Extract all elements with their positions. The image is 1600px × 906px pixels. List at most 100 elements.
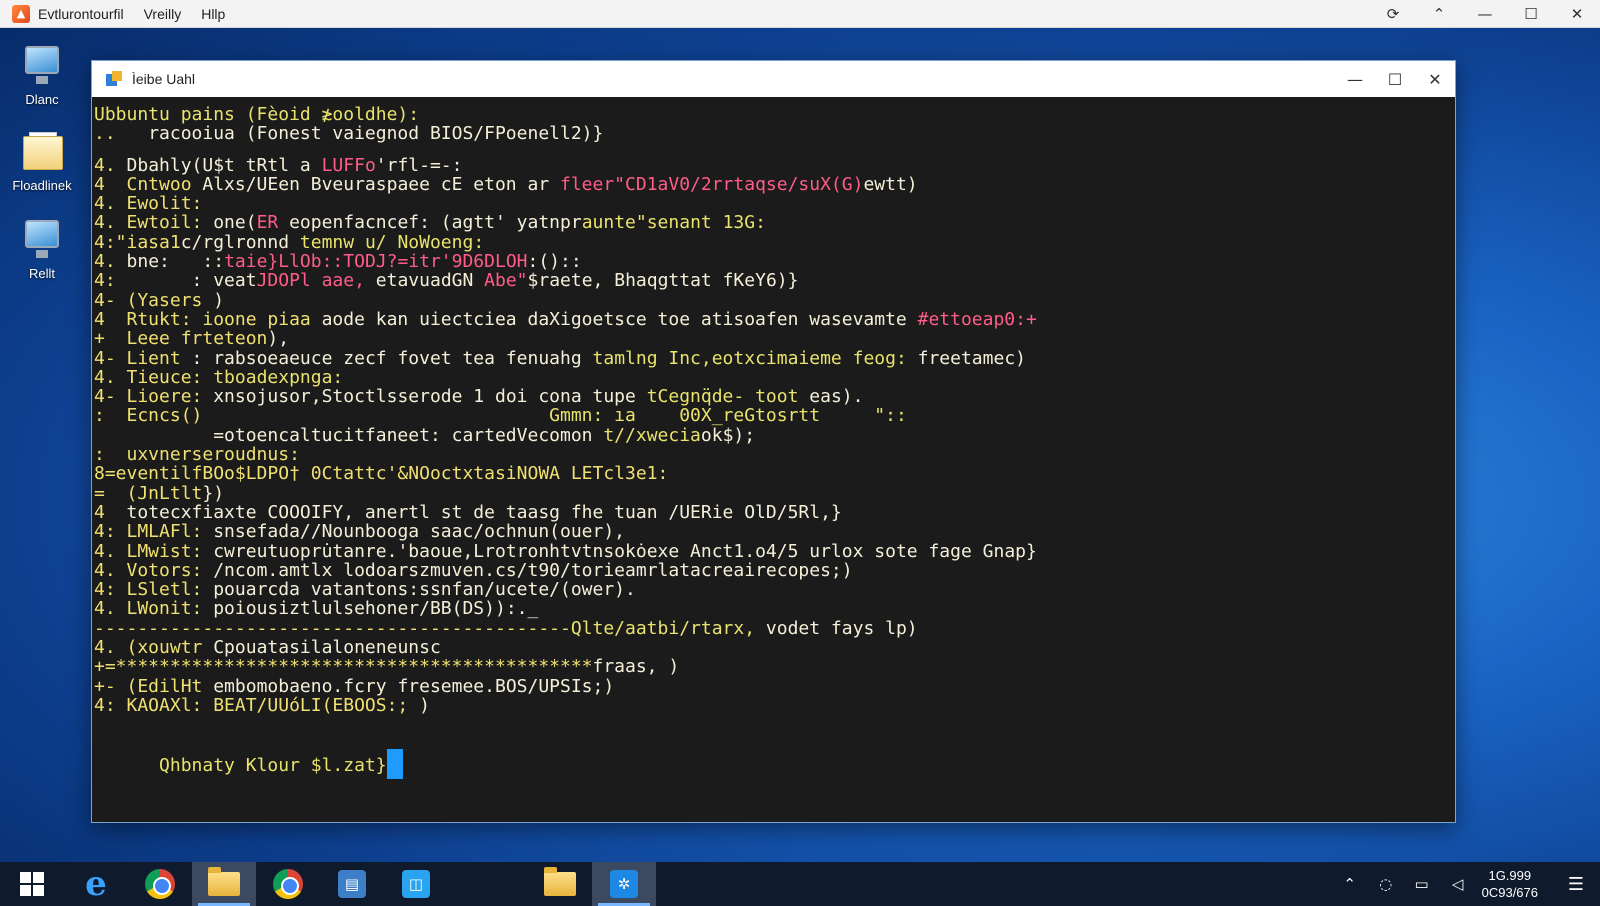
chevron-up-icon[interactable]: ⌃	[1332, 875, 1368, 893]
terminal-text: 8=eventilfBOo$LDPO† 0Ctattc'&NOoctxtasiN…	[94, 463, 669, 485]
computer-icon	[19, 42, 65, 88]
terminal-text: embomobaeno.fcry fresemee.BOS/UPSIs;)	[213, 675, 615, 697]
menu-item-view[interactable]: Vreilly	[144, 6, 182, 22]
terminal-line: 4. Ewolit:	[94, 194, 1455, 213]
desktop-icon-folder[interactable]: Floadlinek	[4, 128, 80, 193]
terminal-text: : uxvnerseroudnus:	[94, 444, 300, 466]
terminal-text: = (JnLtlt	[94, 482, 203, 504]
terminal-text: 4	[94, 501, 127, 523]
terminal-text: 4- Lient	[94, 347, 192, 369]
terminal-line: : Ecncs() Gmmn: ıa 00X_reGtosrtt "::	[94, 406, 1455, 425]
menu-item-help[interactable]: Hllp	[201, 6, 225, 22]
taskbar-folder[interactable]	[528, 862, 592, 906]
start-button[interactable]	[0, 862, 64, 906]
terminal-line: 4. Dbahly(U$t tRtl a LUFFo'rfl-=-:	[94, 154, 1455, 176]
terminal-text: Abe"	[484, 270, 528, 292]
sync-icon[interactable]: ⟳	[1370, 0, 1416, 28]
maximize-icon[interactable]: ☐	[1508, 0, 1554, 28]
terminal-line: 4. Ewtoil: one(ER eopenfacncef: (agtt' y…	[94, 213, 1455, 232]
menu-item-file[interactable]: Evtlurontourfil	[38, 6, 124, 22]
terminal-text: ----------------------------------------…	[94, 617, 571, 639]
terminal-text: aode kan uiectciea daXigoetsce toe atiso…	[321, 308, 918, 330]
terminal-line: 4. Tieuce: tboadexpnga:	[94, 368, 1455, 387]
terminal-text: )	[419, 694, 430, 716]
outlook-icon: ▤	[338, 870, 366, 898]
terminal-text: Dbahly(U$t tRtl a	[126, 154, 322, 176]
monitor-icon	[19, 216, 65, 262]
terminal-text: :()::	[527, 251, 582, 273]
text-cursor	[386, 748, 403, 779]
terminal-line: 4. (xouwtr Cpouatasilaloneneunsc	[94, 638, 1455, 657]
terminal-text: 4.	[94, 154, 127, 176]
window-titlebar[interactable]: Ìeibe Uahl — ☐ ✕	[92, 61, 1455, 97]
system-tray: ⌃ ◌ ▭ ◁ 1G.999 0C93/676 ☰	[1332, 862, 1600, 906]
terminal-text: Cpouatasilaloneneunsc	[213, 637, 441, 659]
taskbar: e ▤ ◫ ✲ ⌃ ◌ ▭ ◁ 1G.999 0C93/676 ☰	[0, 862, 1600, 906]
terminal-line: .. racooiua (Fonest vaiegnod BIOS/FPoene…	[94, 124, 1455, 143]
taskbar-clock[interactable]: 1G.999 0C93/676	[1482, 867, 1538, 901]
close-icon[interactable]: ✕	[1554, 0, 1600, 28]
terminal-text: 4 Rtukt: ioone piaa	[94, 308, 322, 330]
minimize-icon[interactable]: —	[1462, 0, 1508, 28]
terminal-text: 4. Tieuce:	[94, 366, 214, 388]
terminal-text: Gmmn: ıa 00X_reGtosrtt "::	[549, 405, 918, 427]
taskbar-edge[interactable]: e	[64, 862, 128, 906]
terminal-line: +=**************************************…	[94, 657, 1455, 676]
terminal-text: tCegnq̈de- toot	[646, 386, 810, 408]
taskbar-store[interactable]: ◫	[384, 862, 448, 906]
terminal-text: 4. (xouwtr	[94, 637, 214, 659]
maximize-icon[interactable]: ☐	[1375, 61, 1415, 97]
terminal-text: JDOPl aae,	[256, 270, 376, 292]
terminal-line: 4: KAOAXl: BEAT/UUóLI(EBOOS:; )	[94, 696, 1455, 715]
taskbar-terminal[interactable]: ✲	[592, 862, 656, 906]
terminal-line: 4:"iasa1c/rglronnd temnw u/ NoWoeng:	[94, 233, 1455, 252]
folder-icon	[19, 128, 65, 174]
store-icon: ◫	[402, 870, 430, 898]
terminal-text: vodet fays lp)	[765, 617, 918, 639]
taskbar-file-explorer[interactable]	[192, 862, 256, 906]
taskbar-chrome[interactable]	[128, 862, 192, 906]
display-icon[interactable]: ▭	[1404, 875, 1440, 893]
terminal-line: 4: LMLAFl: snsefada//Nounbooga saac/ochn…	[94, 522, 1455, 541]
terminal-line: 4. LWonit: poiousiztlulsehoner/BB(DS)):.…	[94, 599, 1455, 618]
terminal-text: 4:"iasa1	[94, 231, 181, 253]
desktop-icon-computer[interactable]: Dlanc	[4, 42, 80, 107]
speaker-icon[interactable]: ◁	[1440, 875, 1476, 893]
terminal-prompt-line[interactable]: Qhbnaty Klour $l.zat}	[94, 729, 1455, 779]
terminal-line: + Leee frteteon),	[94, 329, 1455, 348]
terminal-text: })	[202, 482, 225, 504]
terminal-line: 4- (Yasers )	[94, 291, 1455, 310]
terminal-text: poiousiztlulsehoner/BB(DS)):._	[213, 598, 539, 620]
arrow-up-icon[interactable]: ⌃	[1416, 0, 1462, 28]
terminal-text: eas).	[809, 386, 864, 408]
desktop-icon-monitor[interactable]: Rellt	[4, 216, 80, 281]
close-icon[interactable]: ✕	[1415, 61, 1455, 97]
terminal-text: #ettoeap0:+	[917, 308, 1037, 330]
terminal-text: c/rglronnd	[180, 231, 300, 253]
terminal-text: +- (EdilHt	[94, 675, 214, 697]
terminal-output[interactable]: Ubbuntu pains (Fèoid ≵ooldhe):.. racooiu…	[92, 97, 1455, 822]
taskbar-chrome-2[interactable]	[256, 862, 320, 906]
network-icon[interactable]: ◌	[1368, 875, 1404, 893]
terminal-text: etavuadGN	[375, 270, 485, 292]
terminal-text: 4: KAOAXl: BEAT/UUóLI(EBOOS:;	[94, 694, 420, 716]
terminal-line: : uxvnerseroudnus:	[94, 445, 1455, 464]
terminal-text: /ncom.amtlx lodoarszmuven.cs/t90/torieam…	[213, 559, 853, 581]
terminal-text: )	[213, 289, 225, 311]
windows-start-icon	[20, 872, 44, 896]
terminal-window-icon	[106, 71, 122, 87]
clock-date: 0C93/676	[1481, 885, 1538, 900]
terminal-text: : veat	[191, 270, 257, 292]
terminal-line: 8=eventilfBOo$LDPO† 0Ctattc'&NOoctxtasiN…	[94, 464, 1455, 483]
notification-icon[interactable]: ☰	[1552, 874, 1600, 895]
folder-icon	[544, 867, 576, 896]
terminal-text: 4:	[94, 270, 192, 292]
terminal-line: 4- Lient : rabsoeaeuce zecf fovet tea fe…	[94, 347, 1455, 369]
terminal-text: 4: LSletl:	[94, 579, 214, 601]
terminal-prompt: Qhbnaty Klour $l.zat}	[159, 754, 387, 776]
taskbar-outlook[interactable]: ▤	[320, 862, 384, 906]
terminal-text: one(	[213, 212, 257, 234]
terminal-text: cwreutuopru̇tanre.'baoue,Lrotronhtvtnsok…	[213, 540, 1037, 562]
minimize-icon[interactable]: —	[1335, 61, 1375, 97]
chrome-icon	[145, 869, 175, 899]
